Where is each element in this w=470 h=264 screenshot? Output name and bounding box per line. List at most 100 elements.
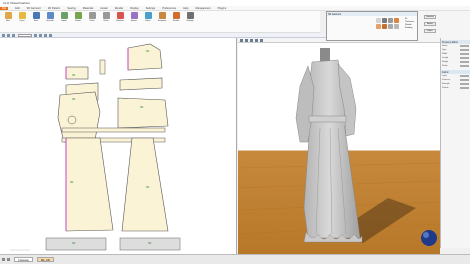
redo-button[interactable]: Redo — [100, 12, 112, 22]
property-label: Layer — [442, 75, 448, 77]
property-value-field[interactable] — [460, 64, 469, 68]
transform-tool-icon[interactable] — [7, 33, 10, 37]
property-row: Particle — [441, 86, 470, 90]
property-value-field[interactable] — [460, 82, 469, 86]
menu-item-materials[interactable]: Materials — [83, 7, 94, 10]
garment-3d-window[interactable] — [238, 38, 440, 254]
settings-icon — [186, 12, 194, 19]
property-value-field[interactable] — [460, 74, 469, 78]
menu-item-management[interactable]: Management — [195, 7, 210, 10]
menu-item-help[interactable]: Help — [183, 7, 188, 10]
simulate-button[interactable]: Simulate — [114, 12, 126, 22]
pattern-piece-skirt-back[interactable] — [121, 137, 169, 232]
ribbon-label: Undo — [89, 20, 95, 22]
curve-tool-icon[interactable] — [39, 33, 42, 37]
simulate-button[interactable]: Simulate — [424, 15, 436, 19]
line-tool-icon[interactable] — [34, 33, 37, 37]
fabric-icon — [144, 12, 152, 19]
menu-item-edit[interactable]: Edit — [15, 7, 19, 10]
property-row: Shrink — [441, 64, 470, 68]
export-icon — [74, 12, 82, 19]
undo-icon — [88, 12, 96, 19]
property-label: Strength — [442, 83, 450, 85]
measure-icon[interactable] — [381, 23, 387, 29]
garment-settings-window: 3D Garment Fit Thickness Wrinkle Shading — [326, 11, 418, 41]
pattern-piece-yoke[interactable] — [99, 59, 106, 75]
snapshot-icon — [158, 12, 166, 19]
menu-item-3d-garment[interactable]: 3D Garment — [27, 7, 41, 10]
fit-icon[interactable] — [375, 17, 381, 23]
property-label: Type — [442, 49, 447, 51]
property-value-field[interactable] — [460, 48, 469, 52]
next-tab-icon[interactable] — [7, 258, 10, 261]
pin-icon[interactable] — [381, 17, 387, 23]
property-value-field[interactable] — [460, 86, 469, 90]
settings-button[interactable]: Settings — [184, 12, 196, 22]
ribbon-label: Avatar — [131, 20, 137, 22]
pattern-2d-window[interactable]: 00 00 00 00 00 00 00 00 — [0, 38, 237, 254]
fabric-button[interactable]: Fabric — [424, 29, 436, 33]
menu-item-plugins[interactable]: Plugins — [218, 7, 227, 10]
menu-item-sewing[interactable]: Sewing — [67, 7, 76, 10]
menu-item-settings[interactable]: Settings — [146, 7, 155, 10]
property-value-field[interactable] — [460, 78, 469, 82]
save-as-icon — [46, 12, 54, 19]
fold-tool-icon[interactable] — [49, 33, 52, 37]
pattern-piece-back[interactable] — [127, 43, 163, 71]
segment-tool-icon[interactable] — [12, 33, 15, 37]
tab-de-gift[interactable]: DE_Gift — [36, 257, 54, 262]
view-navigation-sphere[interactable] — [421, 230, 437, 246]
render-button[interactable]: Render — [170, 12, 182, 22]
ribbon-label: Snapshot — [157, 20, 167, 22]
undo-button[interactable]: Undo — [86, 12, 98, 22]
menu-item-preferences[interactable]: Preferences — [162, 7, 176, 10]
ribbon-label: Save As — [46, 20, 54, 22]
menu-item-file[interactable]: File — [0, 6, 9, 10]
export-button[interactable]: Export — [72, 12, 84, 22]
view-dropdown[interactable] — [18, 33, 32, 37]
import-button[interactable]: Import — [58, 12, 70, 22]
save-as-button[interactable]: Save As — [44, 12, 56, 22]
pattern-piece-skirt-front[interactable] — [65, 137, 114, 232]
new-button[interactable]: New — [2, 12, 14, 22]
brush-icon[interactable] — [387, 23, 393, 29]
pattern-piece-collar[interactable] — [65, 66, 89, 80]
prev-tab-icon[interactable] — [2, 258, 5, 261]
property-label: Length — [442, 57, 449, 59]
open-button[interactable]: Open — [16, 12, 28, 22]
grain-mark: 00 — [70, 180, 74, 184]
pattern-piece-back-lower[interactable] — [119, 77, 163, 91]
menu-item-2d-pattern[interactable]: 2D Pattern — [48, 7, 60, 10]
fabric-button[interactable]: Fabric — [142, 12, 154, 22]
property-value-field[interactable] — [460, 60, 469, 64]
pattern-piece-sleeve-left[interactable] — [57, 91, 101, 143]
avatar-button[interactable]: Avatar — [128, 12, 140, 22]
property-value-field[interactable] — [460, 44, 469, 48]
menu-item-display[interactable]: Display — [130, 7, 139, 10]
layer-icon[interactable] — [375, 23, 381, 29]
property-value-field[interactable] — [460, 52, 469, 56]
ribbon-label: Fabric — [145, 20, 151, 22]
pattern-canvas[interactable]: 00 00 00 00 00 00 00 00 — [0, 38, 237, 254]
pen-icon[interactable] — [393, 17, 399, 23]
pattern-piece-sleeve-right[interactable] — [117, 97, 169, 129]
reset-icon[interactable] — [393, 23, 399, 29]
menu-item-render[interactable]: Render — [115, 7, 124, 10]
property-value-field[interactable] — [460, 56, 469, 60]
select-tool-icon[interactable] — [2, 33, 5, 37]
fold-icon[interactable] — [387, 17, 393, 23]
option-shading[interactable]: Shading — [405, 27, 414, 30]
avatar-button[interactable]: Avatar — [424, 22, 436, 26]
redo-icon — [102, 12, 110, 19]
pattern-piece-hem-ruffle[interactable] — [45, 237, 181, 251]
garment-tool-grid — [375, 17, 403, 29]
garment-3d[interactable] — [295, 59, 363, 243]
scene-3d[interactable] — [238, 38, 440, 254]
sewing-tool-icon[interactable] — [44, 33, 47, 37]
quick-actions: Simulate Avatar Fabric — [418, 11, 470, 38]
snapshot-button[interactable]: Snapshot — [156, 12, 168, 22]
grain-mark: 00 — [146, 49, 150, 53]
menu-item-avatar[interactable]: Avatar — [100, 7, 107, 10]
save-button[interactable]: Save — [30, 12, 42, 22]
tab-colorway[interactable]: Colorway — [14, 257, 33, 262]
